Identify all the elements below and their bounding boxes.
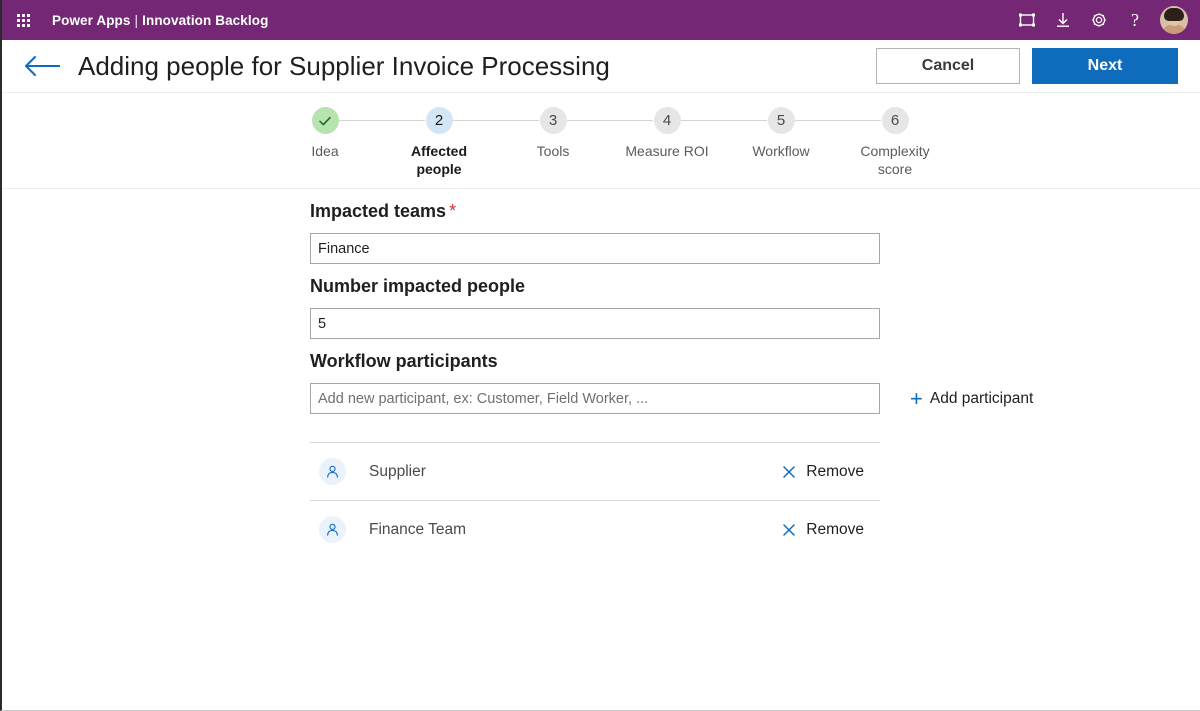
stepper-circle-idea [311, 107, 339, 134]
wizard-stepper: Idea 2 Affected people 3 Tools 4 Measure… [2, 93, 1200, 189]
field-workflow-participants: Workflow participants + Add participant [310, 351, 1200, 414]
impacted-teams-input[interactable] [310, 233, 880, 264]
add-participant-label: Add participant [929, 389, 1034, 407]
app-launcher-waffle-icon[interactable] [10, 7, 36, 33]
number-impacted-people-input[interactable] [310, 308, 880, 339]
remove-label: Remove [806, 462, 864, 480]
affected-people-form: Impacted teams* Number impacted people W… [2, 189, 1200, 558]
label-workflow-participants: Workflow participants [310, 351, 498, 371]
stepper-label-tools: Tools [536, 143, 570, 159]
stepper-label-idea: Idea [311, 143, 339, 159]
person-icon [319, 458, 346, 485]
stepper-label-affected-people: Affected people [410, 143, 467, 177]
add-participant-button[interactable]: + Add participant [910, 385, 1034, 411]
stepper-circle-affected-people: 2 [425, 107, 453, 134]
app-window: Power Apps | Innovation Backlog ? Adding… [0, 0, 1200, 711]
field-impacted-teams: Impacted teams * [310, 201, 1200, 264]
cancel-button[interactable]: Cancel [876, 48, 1020, 84]
remove-participant-button[interactable]: Remove [781, 463, 864, 481]
stepper-track: Idea 2 Affected people 3 Tools 4 Measure… [268, 107, 952, 178]
top-navigation-bar: Power Apps | Innovation Backlog ? [2, 0, 1200, 40]
required-asterisk: * [449, 201, 457, 221]
stepper-circle-tools: 3 [539, 107, 567, 134]
brand-area[interactable]: Power Apps | Innovation Backlog [52, 13, 268, 28]
stepper-label-complexity-score: Complexity score [860, 143, 930, 177]
back-arrow-icon[interactable] [24, 51, 62, 81]
participant-name: Supplier [369, 462, 426, 480]
close-icon [783, 523, 796, 536]
stepper-step-measure-roi[interactable]: 4 Measure ROI [610, 107, 767, 160]
participant-input-row: + Add participant [310, 383, 1200, 414]
page-header: Adding people for Supplier Invoice Proce… [2, 40, 1200, 93]
user-avatar[interactable] [1160, 6, 1188, 34]
list-item[interactable]: Supplier Remove [310, 442, 880, 500]
field-number-impacted-people: Number impacted people [310, 276, 1200, 339]
avatar-hair [1164, 8, 1184, 21]
check-icon [319, 116, 331, 125]
next-button[interactable]: Next [1032, 48, 1178, 84]
plus-icon: + [910, 385, 923, 411]
stepper-label-measure-roi: Measure ROI [625, 143, 709, 159]
stepper-label-workflow: Workflow [752, 143, 810, 159]
waffle-grid [16, 13, 30, 27]
brand-powerapps: Power Apps [52, 12, 131, 28]
fit-to-screen-icon[interactable] [1016, 9, 1038, 31]
person-icon [319, 516, 346, 543]
help-icon[interactable]: ? [1124, 9, 1146, 31]
participant-name: Finance Team [369, 520, 467, 538]
stepper-step-affected-people[interactable]: 2 Affected people [382, 107, 539, 178]
stepper-step-complexity-score[interactable]: 6 Complexity score [838, 107, 952, 178]
stepper-circle-complexity-score: 6 [881, 107, 909, 134]
download-icon[interactable] [1052, 9, 1074, 31]
list-item[interactable]: Finance Team Remove [310, 500, 880, 558]
label-number-impacted-people: Number impacted people [310, 276, 526, 296]
label-impacted-teams: Impacted teams * [310, 201, 1200, 222]
label-impacted-teams-text: Impacted teams [310, 201, 447, 221]
participant-list: Supplier Remove Finance Team Remove [310, 442, 880, 558]
brand-separator: | [134, 12, 139, 28]
settings-gear-icon[interactable] [1088, 9, 1110, 31]
stepper-circle-measure-roi: 4 [653, 107, 681, 134]
brand-app-name: Innovation Backlog [142, 12, 269, 28]
topbar-icon-group: ? [1016, 6, 1188, 34]
stepper-circle-workflow: 5 [767, 107, 795, 134]
page-title: Adding people for Supplier Invoice Proce… [78, 50, 610, 81]
new-participant-input[interactable] [310, 383, 880, 414]
close-icon [783, 465, 796, 478]
stepper-step-workflow[interactable]: 5 Workflow [724, 107, 881, 160]
stepper-step-idea[interactable]: Idea [268, 107, 425, 160]
remove-participant-button[interactable]: Remove [781, 521, 864, 539]
remove-label: Remove [806, 520, 864, 538]
stepper-step-tools[interactable]: 3 Tools [496, 107, 653, 160]
avatar-body [1162, 25, 1186, 34]
